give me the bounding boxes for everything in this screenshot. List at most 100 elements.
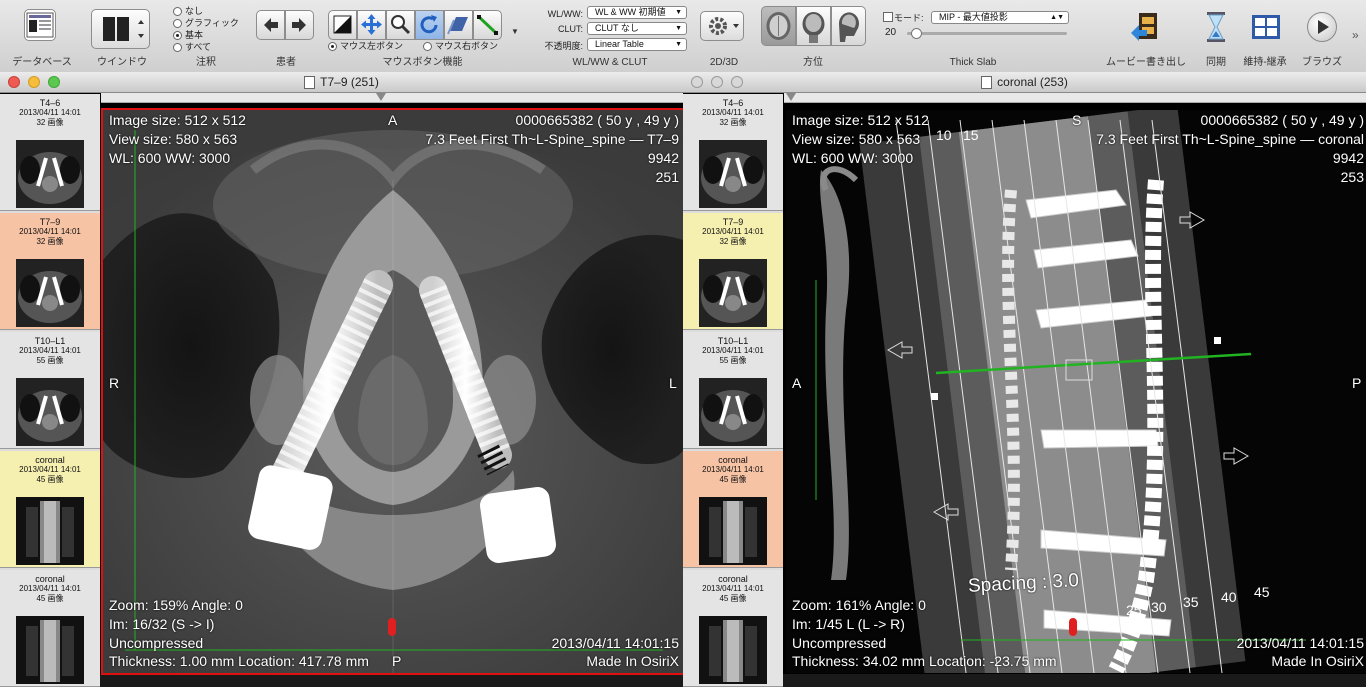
compression-text: Uncompressed (792, 635, 887, 651)
tile-windows-button[interactable] (1251, 14, 1281, 40)
wl-ww-text: WL: 600 WW: 3000 (109, 150, 231, 166)
series-name: T4–6 (722, 98, 744, 108)
right-window-titlebar[interactable]: coronal (253) (683, 72, 1366, 93)
2d3d-button[interactable] (700, 11, 744, 41)
orientation-bottom-label: P (392, 653, 402, 669)
movie-export-button[interactable] (1129, 11, 1163, 43)
right-image-viewer[interactable]: 10 15 20 25 30 35 40 45 Image size: 512 x 512 V… (786, 110, 1366, 673)
wlww-caption: WL/WW: (547, 9, 583, 19)
next-patient-button[interactable] (285, 10, 314, 40)
orientation-right-label: P (1352, 375, 1362, 391)
image-size-text: Image size: 512 x 512 (109, 112, 246, 128)
annotation-option-all[interactable]: すべて (173, 40, 211, 53)
axial-ct-image (103, 110, 683, 673)
tool-rotate[interactable] (415, 10, 444, 40)
thick-slab-label: Thick Slab (949, 57, 997, 68)
chevron-down-icon: ▲▼ (1050, 14, 1064, 21)
orientation-label: 方位 (803, 57, 823, 68)
series-thumbnail[interactable]: coronal 2013/04/11 14:01 45 画像 (0, 570, 100, 687)
sync-label: 同期 (1206, 57, 1226, 68)
toolbar-overflow-icon[interactable]: » (1352, 28, 1359, 42)
series-image-count: 55 画像 (36, 356, 64, 365)
right-image-scrubber[interactable] (784, 93, 1366, 103)
wlww-select[interactable]: WL & WW 初期値 ▼ (587, 6, 687, 19)
study-description-text: 7.3 Feet First Th~L-Spine_spine — T7–9 (425, 131, 679, 147)
clut-select[interactable]: CLUT なし ▼ (587, 22, 687, 35)
orientation-axial-button[interactable] (761, 6, 796, 46)
orientation-sagittal-button[interactable] (831, 6, 866, 46)
opacity-select[interactable]: Linear Table ▼ (587, 38, 687, 51)
database-button[interactable] (24, 9, 56, 41)
series-date: 2013/04/11 14:01 (19, 346, 81, 355)
orientation-left-label: A (792, 375, 802, 391)
left-image-viewer[interactable]: Image size: 512 x 512 View size: 580 x 5… (101, 108, 685, 675)
series-preview-image (16, 378, 84, 446)
sync-button[interactable] (1204, 10, 1228, 44)
browse-group: ブラウズ (1294, 0, 1350, 72)
orientation-coronal-button[interactable] (796, 6, 831, 46)
browse-label: ブラウズ (1302, 57, 1342, 68)
thick-slab-slider-track[interactable] (907, 28, 1067, 39)
previous-patient-button[interactable] (256, 10, 285, 40)
series-thumbnail[interactable]: T10–L1 2013/04/11 14:01 55 画像 (683, 332, 783, 449)
slab-index-label: 10 (936, 127, 952, 143)
slab-index-label: 40 (1221, 589, 1237, 605)
series-thumbnail[interactable]: coronal 2013/04/11 14:01 45 画像 (0, 451, 100, 568)
series-name: T4–6 (39, 98, 61, 108)
series-thumbnail[interactable]: T7–9 2013/04/11 14:01 32 画像 (683, 213, 783, 330)
radio-dot (173, 19, 182, 29)
study-description-text: 7.3 Feet First Th~L-Spine_spine — corona… (1096, 131, 1364, 147)
magnifier-icon (391, 15, 411, 35)
patient-group: 患者 (252, 0, 320, 72)
series-date: 2013/04/11 14:01 (702, 346, 764, 355)
thick-slab-slider-knob[interactable] (911, 28, 922, 39)
orientation-left-label: R (109, 375, 120, 391)
series-number-text: 9942 (1332, 150, 1364, 166)
scrubber-knob[interactable] (376, 93, 386, 101)
series-thumbnail[interactable]: T4–6 2013/04/11 14:01 32 画像 (683, 94, 783, 211)
right-viewer-window: coronal (253) T4–6 2013/04/11 14:01 32 画像 T… (683, 72, 1366, 687)
series-thumbnail[interactable]: T4–6 2013/04/11 14:01 32 画像 (0, 94, 100, 211)
series-thumbnail[interactable]: T7–9 2013/04/11 14:01 32 画像 (0, 213, 100, 330)
close-window-button[interactable] (691, 76, 703, 88)
arrow-left-icon (264, 18, 278, 32)
compression-text: Uncompressed (109, 635, 204, 651)
thick-slab-mode-checkbox[interactable] (883, 12, 893, 22)
radio-dot (423, 42, 432, 52)
scrubber-knob[interactable] (786, 93, 796, 101)
zoom-window-button[interactable] (48, 76, 60, 88)
series-thumbnail[interactable]: coronal 2013/04/11 14:01 45 画像 (683, 451, 783, 568)
zoom-window-button[interactable] (731, 76, 743, 88)
left-viewer-window: T7–9 (251) T4–6 2013/04/11 14:01 32 画像 T7–9… (0, 72, 685, 687)
tool-window-level[interactable] (328, 10, 357, 40)
mouse-function-label: マウスボタン機能 (382, 57, 463, 68)
orientation-right-label: L (669, 375, 677, 391)
tools-more-icon[interactable]: ▼ (511, 27, 519, 36)
chevron-down-icon: ▼ (675, 41, 682, 48)
left-image-scrubber[interactable] (101, 93, 683, 103)
mouse-right-button-option[interactable]: マウス右ボタン (423, 39, 498, 52)
minimize-window-button[interactable] (711, 76, 723, 88)
radio-dot (173, 7, 182, 17)
tool-scroll[interactable] (444, 10, 473, 40)
window-layout-button[interactable] (91, 9, 150, 49)
series-thumbnail[interactable]: coronal 2013/04/11 14:01 45 画像 (683, 570, 783, 687)
thick-slab-mode-select[interactable]: MIP - 最大値投影 ▲▼ (931, 11, 1069, 24)
coronal-head-icon (802, 12, 825, 43)
tool-measure[interactable] (473, 10, 502, 40)
close-window-button[interactable] (8, 76, 20, 88)
tool-zoom[interactable] (386, 10, 415, 40)
minimize-window-button[interactable] (28, 76, 40, 88)
slab-index-label: 20 (1091, 612, 1107, 628)
view-size-text: View size: 580 x 563 (792, 131, 921, 147)
slab-index-label: 30 (1151, 599, 1167, 615)
right-series-thumbnails: T4–6 2013/04/11 14:01 32 画像 T7–9 2013/04/11 … (683, 94, 783, 687)
browse-button[interactable] (1307, 12, 1337, 42)
database-icon (26, 12, 54, 38)
series-date: 2013/04/11 14:01 (19, 584, 81, 593)
film-export-icon (1131, 13, 1157, 41)
left-window-titlebar[interactable]: T7–9 (251) (0, 72, 683, 93)
series-thumbnail[interactable]: T10–L1 2013/04/11 14:01 55 画像 (0, 332, 100, 449)
tool-pan[interactable] (357, 10, 386, 40)
mouse-left-button-option[interactable]: マウス左ボタン (328, 39, 403, 52)
